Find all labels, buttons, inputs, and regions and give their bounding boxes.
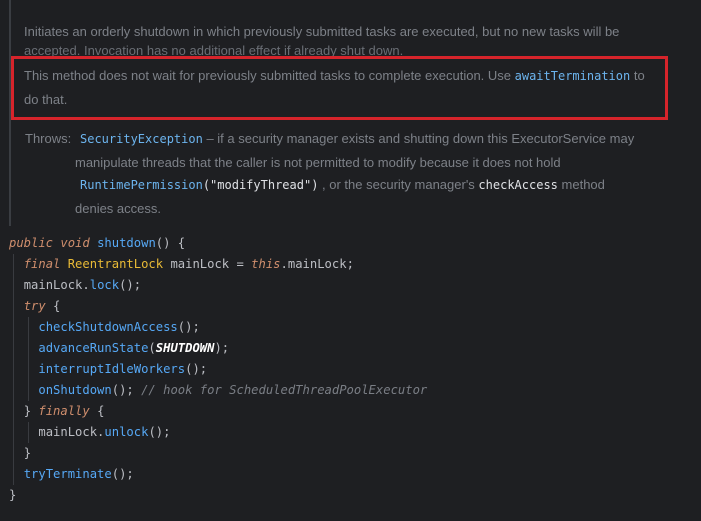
indent-guide (13, 254, 14, 275)
code-punct: } (9, 488, 17, 502)
throws-line-3: RuntimePermission("modifyThread") , or t… (80, 173, 605, 197)
keyword-void: void (60, 236, 90, 250)
check-access-ref: checkAccess (478, 178, 558, 192)
runtime-permission-arg: ("modifyThread") (202, 178, 319, 192)
keyword-try: try (23, 299, 46, 313)
indent-guide (13, 359, 14, 380)
keyword-final: final (23, 257, 61, 271)
indent-guide (28, 422, 29, 443)
code-punct: () { (155, 236, 186, 250)
call-try-terminate[interactable]: tryTerminate (24, 467, 112, 481)
code-line-9: } finally { (9, 401, 427, 422)
code-line-6: advanceRunState(SHUTDOWN); (9, 338, 427, 359)
code-obj: mainLock. (23, 278, 90, 292)
indent-guide (13, 380, 14, 401)
code-punct: } (23, 404, 39, 418)
code-punct: (); (148, 425, 171, 439)
code-line-8: onShutdown(); // hook for ScheduledThrea… (9, 380, 427, 401)
code-punct: ( (148, 341, 156, 355)
call-advance-run-state[interactable]: advanceRunState (38, 341, 148, 355)
code-line-3: mainLock.lock(); (9, 275, 427, 296)
code-editor[interactable]: public void shutdown() { final Reentrant… (9, 233, 427, 506)
keyword-this: this (251, 257, 281, 271)
indent-guide (13, 296, 14, 317)
throws-line-2: manipulate threads that the caller is no… (75, 155, 561, 170)
keyword-finally: finally (38, 404, 90, 418)
indent-guide (13, 401, 14, 422)
code-line-11: } (9, 443, 427, 464)
code-comment: // hook for ScheduledThreadPoolExecutor (141, 383, 428, 397)
code-punct: { (45, 299, 61, 313)
code-punct: (); (177, 320, 200, 334)
code-var: mainLock = (163, 257, 252, 271)
throws-label: Throws: (25, 131, 72, 146)
code-punct: (); (185, 362, 208, 376)
constant-shutdown[interactable]: SHUTDOWN (156, 341, 215, 355)
indent-guide (13, 422, 14, 443)
indent-guide (13, 275, 14, 296)
call-lock[interactable]: lock (90, 278, 119, 292)
code-punct: (); (111, 383, 142, 397)
code-line-13: } (9, 485, 427, 506)
security-exception-link[interactable]: SecurityException (80, 132, 203, 146)
code-punct: ); (214, 341, 230, 355)
type-reentrant-lock[interactable]: ReentrantLock (68, 257, 163, 271)
throws-line-4: denies access. (75, 201, 161, 216)
runtime-permission-link[interactable]: RuntimePermission (80, 178, 203, 192)
code-line-12: tryTerminate(); (9, 464, 427, 485)
indent-guide (13, 464, 14, 485)
code-line-10: mainLock.unlock(); (9, 422, 427, 443)
indent-guide (28, 380, 29, 401)
indent-guide (13, 443, 14, 464)
throws-line-1: SecurityException – if a security manage… (80, 127, 634, 151)
indent-guide (13, 317, 14, 338)
code-line-2: final ReentrantLock mainLock = this.main… (9, 254, 427, 275)
code-line-5: checkShutdownAccess(); (9, 317, 427, 338)
keyword-public: public (9, 236, 54, 250)
red-highlight-box (11, 56, 668, 120)
code-punct: .mainLock; (280, 257, 354, 271)
call-unlock[interactable]: unlock (104, 425, 148, 439)
code-obj: mainLock. (38, 425, 105, 439)
indent-guide (28, 338, 29, 359)
indent-guide (13, 338, 14, 359)
call-on-shutdown[interactable]: onShutdown (38, 383, 111, 397)
call-interrupt-idle-workers[interactable]: interruptIdleWorkers (38, 362, 185, 376)
throws-line-3-mid: , or the security manager's (318, 177, 479, 192)
code-punct: (); (111, 467, 134, 481)
throws-line-3-end: method (557, 177, 605, 192)
code-line-7: interruptIdleWorkers(); (9, 359, 427, 380)
code-line-1: public void shutdown() { (9, 233, 427, 254)
code-punct: { (89, 404, 105, 418)
throws-line-1-text: – if a security manager exists and shutt… (202, 131, 635, 146)
code-punct: (); (119, 278, 142, 292)
method-name-shutdown[interactable]: shutdown (97, 236, 156, 250)
call-check-shutdown-access[interactable]: checkShutdownAccess (38, 320, 177, 334)
indent-guide (28, 317, 29, 338)
code-line-4: try { (9, 296, 427, 317)
code-punct: } (23, 446, 32, 460)
indent-guide (28, 359, 29, 380)
